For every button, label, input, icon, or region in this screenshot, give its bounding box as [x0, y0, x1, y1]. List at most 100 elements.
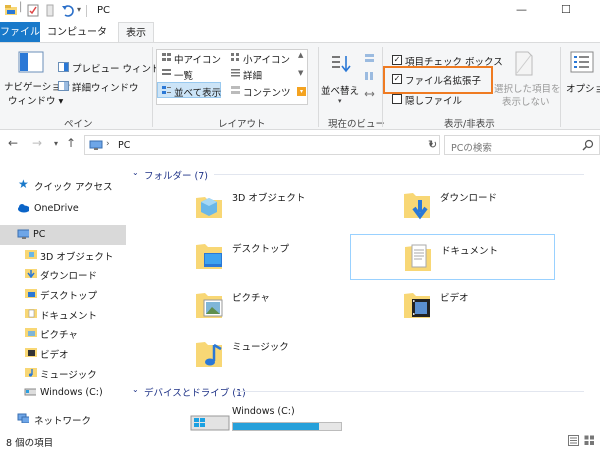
undo-icon[interactable] [61, 4, 75, 17]
details-view-icon[interactable] [568, 435, 579, 446]
tab-computer[interactable]: コンピューター [46, 22, 108, 59]
title-separator [86, 5, 87, 17]
app-folder-icon[interactable] [4, 4, 18, 17]
forward-arrow-icon[interactable]: → [32, 136, 42, 150]
folder-tile-downloads[interactable]: ダウンロード [392, 182, 592, 228]
nav-item-label: 3D オブジェクト [40, 252, 114, 263]
sort-by-icon[interactable] [330, 53, 352, 75]
tab-file[interactable]: ファイル [0, 22, 40, 43]
scroll-down-icon[interactable]: ▼ [298, 69, 303, 77]
drive-icon [190, 415, 230, 431]
group-divider [214, 174, 584, 175]
layout-medium-icons[interactable]: 中アイコン [174, 52, 221, 66]
nav-item-windows-drive[interactable]: Windows (C:) [0, 383, 126, 403]
refresh-icon[interactable]: ↻ [428, 138, 437, 151]
recent-locations-icon[interactable]: ▾ [54, 139, 58, 148]
drive-icon [24, 388, 36, 396]
options-icon[interactable] [570, 51, 594, 73]
new-folder-icon[interactable] [45, 4, 55, 17]
maximize-button[interactable]: ☐ [561, 3, 571, 16]
collapse-chevron-icon[interactable]: ⌄ [132, 168, 139, 177]
hidden-files-label[interactable]: 隠しファイル [405, 93, 462, 107]
videos-icon [25, 348, 37, 357]
status-bar: 8 個の項目 [0, 432, 600, 450]
size-columns-icon[interactable] [364, 89, 375, 99]
group-by-icon[interactable] [364, 53, 375, 63]
item-checkboxes-checkbox[interactable]: ✓ [392, 55, 402, 65]
collapse-chevron-icon[interactable]: ⌄ [132, 385, 139, 394]
documents-icon [405, 244, 431, 271]
group-separator [152, 47, 153, 127]
address-path[interactable]: PC [118, 140, 130, 151]
file-extensions-highlight [383, 66, 493, 94]
drive-usage-bar [232, 422, 342, 431]
address-field[interactable]: › PC ▾ [84, 135, 440, 155]
pane-group-label: ペイン [64, 119, 93, 130]
group-divider [234, 391, 584, 392]
properties-icon[interactable] [27, 4, 40, 17]
nav-item-quick-access[interactable]: ★ クイック アクセス [0, 175, 126, 195]
drives-group-header[interactable]: デバイスとドライブ (1) [144, 385, 246, 399]
music-icon [196, 342, 222, 367]
folder-label: ドキュメント [441, 246, 499, 257]
nav-item-3d-objects[interactable]: 3D オブジェクト [0, 245, 126, 265]
search-icon[interactable] [582, 139, 594, 151]
folder-tile-3d-objects[interactable]: 3D オブジェクト [184, 182, 384, 228]
nav-item-onedrive[interactable]: OneDrive [0, 199, 126, 219]
desktop-icon [25, 289, 37, 298]
folders-group-header[interactable]: フォルダー (7) [144, 168, 208, 182]
add-columns-icon[interactable] [364, 71, 375, 81]
navigation-pane-dropdown[interactable]: ウィンドウ ▾ [8, 93, 63, 107]
details-pane-button[interactable]: 詳細ウィンドウ [72, 80, 139, 94]
nav-item-documents[interactable]: ドキュメント [0, 304, 126, 324]
nav-item-desktop[interactable]: デスクトップ [0, 284, 126, 304]
sort-by-dropdown-icon[interactable]: ▾ [338, 97, 342, 105]
star-icon: ★ [18, 177, 29, 191]
folder-3d-icon [25, 250, 37, 259]
documents-icon [25, 309, 37, 318]
folder-tile-documents[interactable]: ドキュメント [350, 234, 555, 280]
drive-label: Windows (C:) [232, 406, 295, 417]
nav-item-videos[interactable]: ビデオ [0, 343, 126, 363]
layout-details[interactable]: 詳細 [243, 68, 262, 82]
scroll-up-icon[interactable]: ▲ [298, 51, 303, 59]
hide-selected-label[interactable]: 選択した項目を [494, 81, 561, 95]
nav-item-music[interactable]: ミュージック [0, 363, 126, 383]
qa-dropdown-icon[interactable]: ▾ [77, 5, 81, 14]
group-separator [560, 47, 561, 127]
nav-item-label: Windows (C:) [40, 387, 103, 398]
navigation-pane-icon[interactable] [18, 51, 44, 73]
options-button[interactable]: オプション [566, 81, 600, 95]
nav-item-downloads[interactable]: ダウンロード [0, 264, 126, 284]
layout-list[interactable]: 一覧 [174, 68, 193, 82]
folder-tile-pictures[interactable]: ピクチャ [184, 282, 384, 328]
nav-item-pictures[interactable]: ピクチャ [0, 323, 126, 343]
nav-item-label: ミュージック [40, 370, 97, 381]
minimize-button[interactable]: — [516, 3, 527, 16]
up-arrow-icon[interactable]: ↑ [66, 136, 76, 150]
nav-item-pc[interactable]: PC [0, 225, 126, 245]
navigation-pane: ★ クイック アクセス OneDrive PC 3D オブジェクト ダウンロード… [0, 165, 126, 430]
tab-view[interactable]: 表示 [118, 22, 154, 43]
layout-tiles[interactable]: 並べて表示 [174, 85, 221, 99]
layout-small-icons[interactable]: 小アイコン [243, 52, 290, 66]
folder-label: ミュージック [232, 342, 289, 353]
nav-item-network[interactable]: ネットワーク [0, 409, 126, 429]
expand-gallery-icon[interactable]: ▾ [297, 87, 306, 96]
videos-icon [404, 293, 430, 318]
search-field[interactable]: PCの検索 [444, 135, 600, 155]
folder-tile-music[interactable]: ミュージック [184, 331, 384, 377]
pc-icon [89, 140, 103, 150]
group-separator [318, 47, 319, 127]
large-icons-view-icon[interactable] [584, 435, 595, 446]
sort-by-button[interactable]: 並べ替え [321, 83, 359, 97]
hide-selected-icon[interactable] [513, 51, 535, 77]
hidden-files-checkbox[interactable] [392, 94, 402, 104]
music-icon [25, 368, 37, 377]
folder-tile-videos[interactable]: ビデオ [392, 282, 592, 328]
nav-item-label: OneDrive [34, 203, 79, 214]
search-placeholder[interactable]: PCの検索 [451, 140, 492, 154]
layout-content[interactable]: コンテンツ [243, 85, 291, 99]
back-arrow-icon[interactable]: ← [8, 136, 18, 150]
breadcrumb-chevron-icon[interactable]: › [106, 139, 110, 149]
